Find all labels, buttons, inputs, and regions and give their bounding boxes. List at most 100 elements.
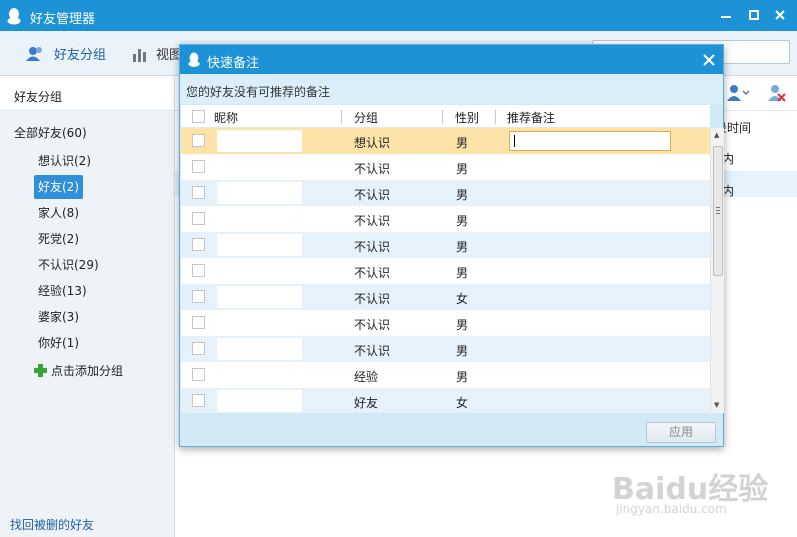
tree-root-all-friends[interactable]: 全部好友(60) <box>0 123 174 149</box>
minimize-icon[interactable] <box>717 6 735 24</box>
col-separator <box>341 110 342 124</box>
tree-item-experience[interactable]: 经验(13) <box>34 279 91 305</box>
gender-cell: 男 <box>456 162 469 176</box>
tree-item-hello[interactable]: 你好(1) <box>34 331 83 357</box>
maximize-icon[interactable] <box>745 6 763 24</box>
dialog-close-icon[interactable] <box>703 50 715 72</box>
gender-cell: 男 <box>456 318 469 332</box>
bar-chart-icon <box>133 48 146 62</box>
recover-deleted-friends-link[interactable]: 找回被删的好友 <box>10 516 94 533</box>
row-checkbox[interactable] <box>192 160 205 173</box>
col-separator <box>495 110 496 124</box>
group-cell: 不认识 <box>354 162 391 176</box>
table-row[interactable]: 不认识 男 <box>181 232 710 258</box>
scroll-down-icon[interactable]: ▼ <box>714 401 719 409</box>
remark-input[interactable] <box>509 131 671 151</box>
nick-cell <box>217 286 302 308</box>
tree-item-friends[interactable]: 好友(2) <box>34 175 83 199</box>
table-row[interactable]: 想认识 男 <box>181 128 710 154</box>
tree-item-best-friends[interactable]: 死党(2) <box>34 227 83 253</box>
no-recommendation-notice: 您的好友没有可推荐的备注 <box>180 74 723 104</box>
group-cell: 不认识 <box>354 344 391 358</box>
watermark-url: jingyan.baidu.com <box>616 502 727 516</box>
row-checkbox[interactable] <box>192 186 205 199</box>
gender-cell: 男 <box>456 344 469 358</box>
table-row[interactable]: 好友 女 <box>181 388 710 413</box>
nick-cell <box>217 364 302 386</box>
tree-item-want-to-know[interactable]: 想认识(2) <box>34 149 95 175</box>
row-checkbox[interactable] <box>192 238 205 251</box>
quick-remark-dialog: 快速备注 您的好友没有可推荐的备注 昵称 分组 性别 推荐备注 想认识 男 不认… <box>179 44 724 447</box>
group-cell: 不认识 <box>354 214 391 228</box>
nick-cell <box>217 312 302 334</box>
nick-cell <box>217 182 302 204</box>
row-checkbox[interactable] <box>192 212 205 225</box>
sidebar-header: 好友分组 <box>0 77 174 111</box>
table-row[interactable]: 不认识 男 <box>181 258 710 284</box>
nick-cell <box>217 260 302 282</box>
col-gender: 性别 <box>455 111 480 125</box>
group-cell: 不认识 <box>354 292 391 306</box>
group-cell: 经验 <box>354 370 379 384</box>
grip-line <box>716 213 720 214</box>
col-separator <box>442 110 443 124</box>
table-scrollbar[interactable]: ▲ ▼ <box>710 128 724 413</box>
row-checkbox[interactable] <box>192 264 205 277</box>
remark-table: 昵称 分组 性别 推荐备注 想认识 男 不认识 男 不认识 男 不认识 男 不认… <box>181 105 710 413</box>
dialog-footer: 应用 <box>180 413 723 446</box>
group-cell: 不认识 <box>354 266 391 280</box>
table-row[interactable]: 不认识 女 <box>181 284 710 310</box>
table-row[interactable]: 不认识 男 <box>181 154 710 180</box>
gender-cell: 女 <box>456 292 469 306</box>
nick-cell <box>217 156 302 178</box>
group-tree: 全部好友(60) 想认识(2) 好友(2) 家人(8) 死党(2) 不认识(29… <box>0 111 174 383</box>
group-cell: 不认识 <box>354 318 391 332</box>
group-cell: 好友 <box>354 396 379 410</box>
gender-cell: 男 <box>456 214 469 228</box>
plus-icon <box>34 363 47 377</box>
row-checkbox[interactable] <box>192 342 205 355</box>
row-checkbox[interactable] <box>192 368 205 381</box>
friend-group-tab[interactable]: 好友分组 <box>26 44 106 63</box>
dialog-title: 快速备注 <box>207 56 260 71</box>
table-header: 昵称 分组 性别 推荐备注 <box>181 105 710 128</box>
nick-cell <box>217 130 302 152</box>
table-row[interactable]: 不认识 男 <box>181 336 710 362</box>
select-all-checkbox[interactable] <box>192 110 205 123</box>
gender-cell: 男 <box>456 188 469 202</box>
group-cell: 不认识 <box>354 240 391 254</box>
table-row[interactable]: 不认识 男 <box>181 206 710 232</box>
sidebar: 好友分组 全部好友(60) 想认识(2) 好友(2) 家人(8) 死党(2) 不… <box>0 77 175 537</box>
grip-line <box>716 207 720 208</box>
close-icon[interactable] <box>771 6 789 24</box>
row-checkbox[interactable] <box>192 134 205 147</box>
delete-friend-icon[interactable] <box>767 83 787 106</box>
nick-cell <box>217 208 302 230</box>
tree-item-in-laws[interactable]: 婆家(3) <box>34 305 83 331</box>
gender-cell: 男 <box>456 240 469 254</box>
col-nick: 昵称 <box>214 111 239 125</box>
tree-item-family[interactable]: 家人(8) <box>34 201 83 227</box>
scroll-up-icon[interactable]: ▲ <box>714 131 719 139</box>
col-remark: 推荐备注 <box>507 111 556 125</box>
users-icon <box>26 46 42 61</box>
apply-button[interactable]: 应用 <box>646 422 716 443</box>
table-row[interactable]: 不认识 男 <box>181 310 710 336</box>
gender-cell: 男 <box>456 136 469 150</box>
add-group-button[interactable]: 点击添加分组 <box>34 357 174 383</box>
tree-item-strangers[interactable]: 不认识(29) <box>34 253 103 279</box>
row-checkbox[interactable] <box>192 394 205 407</box>
gender-cell: 男 <box>456 266 469 280</box>
qq-penguin-icon <box>6 7 22 28</box>
col-group: 分组 <box>354 111 379 125</box>
table-row[interactable]: 经验 男 <box>181 362 710 388</box>
view-tab[interactable]: 视图 <box>132 44 182 63</box>
baidu-watermark: Baidu经验 jingyan.baidu.com <box>612 452 792 532</box>
scroll-thumb[interactable] <box>713 146 723 276</box>
nick-cell <box>217 234 302 256</box>
gender-cell: 男 <box>456 370 469 384</box>
add-friend-icon[interactable] <box>725 83 751 106</box>
table-row[interactable]: 不认识 男 <box>181 180 710 206</box>
row-checkbox[interactable] <box>192 290 205 303</box>
row-checkbox[interactable] <box>192 316 205 329</box>
